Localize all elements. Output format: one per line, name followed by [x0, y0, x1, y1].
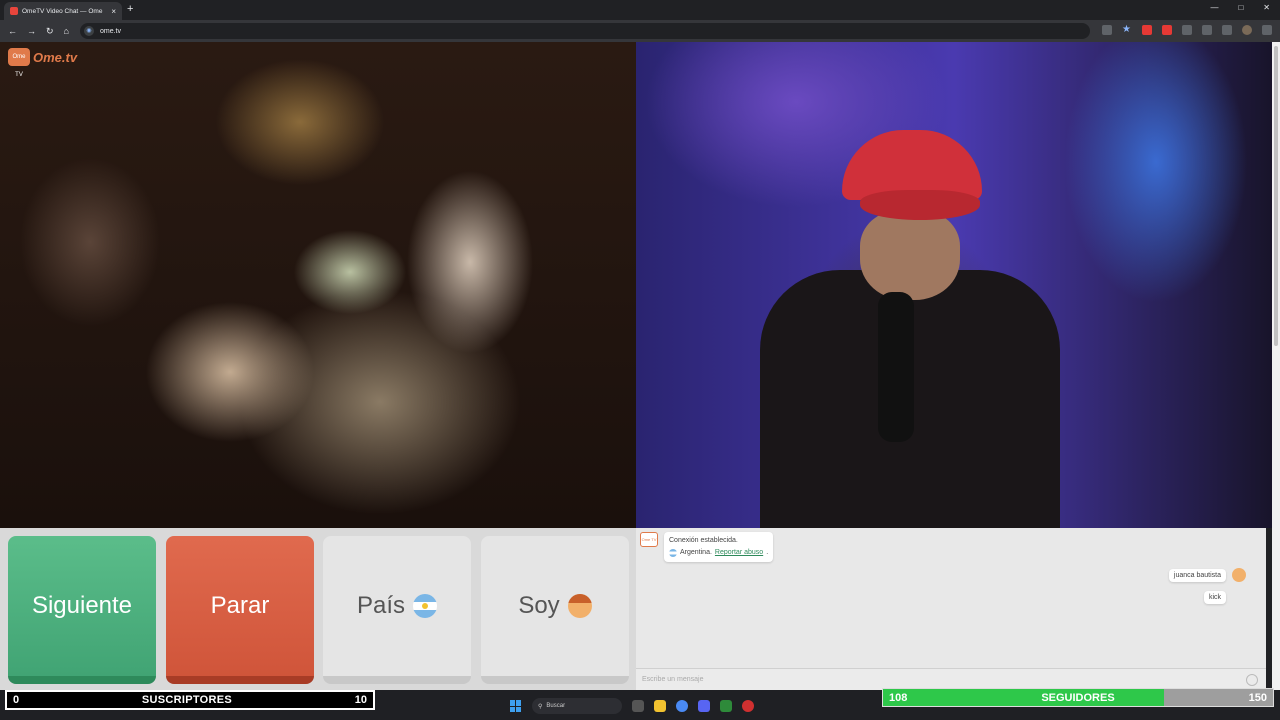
- start-windows-icon[interactable]: [510, 700, 522, 712]
- boy-avatar-icon: [567, 594, 592, 618]
- taskbar-search[interactable]: ⚲ Buscar: [532, 698, 622, 714]
- report-abuse-link[interactable]: Reportar abuso: [715, 547, 763, 559]
- scrollbar-thumb[interactable]: [1274, 46, 1278, 346]
- streamer-face: [860, 210, 960, 300]
- subscribers-label: SUSCRIPTORES: [141, 694, 233, 706]
- bookmark-star-icon[interactable]: ★: [1122, 25, 1132, 35]
- taskbar-apps: ⚲ Buscar: [510, 698, 754, 714]
- country-text: Argentina.: [680, 549, 712, 556]
- argentina-flag-icon: [413, 594, 438, 618]
- url-text[interactable]: ome.tv: [100, 28, 121, 35]
- ometv-logo[interactable]: Ome TV Ome.tv: [8, 48, 78, 78]
- close-tab-icon[interactable]: ×: [111, 7, 116, 16]
- country-button[interactable]: País: [323, 536, 471, 684]
- subscribers-goal-bar: 0 SUSCRIPTORES 10: [5, 690, 375, 710]
- message-bubble: juanca bautista: [1168, 568, 1226, 582]
- system-bubble: Conexión establecida. Argentina. Reporta…: [664, 532, 774, 562]
- tab-ometv[interactable]: OmeTV Video Chat — Ome ×: [4, 2, 122, 20]
- new-tab-button[interactable]: +: [127, 3, 133, 15]
- page-scrollbar[interactable]: [1272, 42, 1280, 720]
- microphone: [878, 292, 914, 442]
- extension-red2-icon[interactable]: [1162, 25, 1172, 35]
- media-icon[interactable]: [1222, 25, 1232, 35]
- tab-title: OmeTV Video Chat — Ome: [22, 7, 103, 15]
- stop-button[interactable]: Parar: [166, 536, 314, 684]
- message-input[interactable]: Escribe un mensaje: [636, 668, 1266, 690]
- stranger-video: [0, 42, 636, 528]
- gender-button[interactable]: Soy: [481, 536, 629, 684]
- search-icon: ⚲: [538, 703, 543, 710]
- search-placeholder: Buscar: [546, 703, 566, 709]
- emoji-icon[interactable]: [1246, 674, 1258, 686]
- profile-avatar-icon[interactable]: [1242, 25, 1252, 35]
- discord-icon[interactable]: [698, 700, 710, 712]
- subscribers-current: 0: [13, 694, 20, 706]
- forward-icon[interactable]: →: [27, 26, 36, 37]
- extensions-puzzle-icon[interactable]: [1182, 25, 1192, 35]
- app-red-icon[interactable]: [742, 700, 754, 712]
- streamer-cap-brim: [860, 190, 980, 220]
- extension-red-icon[interactable]: [1142, 25, 1152, 35]
- reload-icon[interactable]: ↻: [46, 26, 54, 37]
- connection-text: Conexión establecida.: [669, 537, 738, 544]
- minimize-icon[interactable]: —: [1210, 3, 1218, 12]
- window-controls: — □ ✕: [1210, 3, 1270, 12]
- followers-goal-bar: 108 SEGUIDORES 150: [882, 688, 1274, 707]
- nav-buttons: ← → ↻ ⌂: [0, 26, 69, 37]
- browser-window: OmeTV Video Chat — Ome × + — □ ✕ ← → ↻ ⌂…: [0, 0, 1280, 720]
- site-info-icon[interactable]: ◉: [84, 26, 94, 36]
- ometv-chat-icon: Ome TV: [640, 532, 658, 547]
- sidebar-icon[interactable]: [1202, 25, 1212, 35]
- tab-strip: OmeTV Video Chat — Ome × + — □ ✕: [0, 0, 1280, 20]
- next-label: Siguiente: [31, 592, 133, 619]
- argentina-flag-small-icon: [669, 549, 677, 557]
- message-placeholder: Escribe un mensaje: [642, 676, 704, 683]
- chat-controls: Siguiente Parar País Soy: [0, 528, 636, 690]
- toolbar: ← → ↻ ⌂ ◉ ome.tv ★: [0, 20, 1280, 42]
- extension-icons: ★: [1102, 25, 1272, 35]
- ometv-favicon-icon: [10, 7, 18, 15]
- stop-label: Parar: [210, 592, 270, 619]
- task-view-icon[interactable]: [632, 700, 644, 712]
- followers-current: 108: [889, 691, 908, 704]
- tv-logo-icon: Ome TV: [8, 48, 30, 78]
- chat-message: kick: [1203, 591, 1226, 604]
- maximize-icon[interactable]: □: [1238, 3, 1243, 12]
- chat-message: juanca bautista: [1168, 568, 1246, 582]
- address-bar[interactable]: ◉ ome.tv: [80, 23, 1090, 39]
- message-bubble: kick: [1203, 591, 1226, 604]
- next-button[interactable]: Siguiente: [8, 536, 156, 684]
- followers-label: SEGUIDORES: [1041, 691, 1115, 704]
- chat-panel: Ome TV Conexión establecida. Argentina. …: [636, 528, 1266, 690]
- video-area: [0, 42, 1272, 528]
- subscribers-goal: 10: [354, 694, 367, 706]
- menu-dots-icon[interactable]: [1262, 25, 1272, 35]
- close-window-icon[interactable]: ✕: [1263, 3, 1270, 12]
- country-label: País: [356, 592, 406, 619]
- back-icon[interactable]: ←: [8, 26, 17, 37]
- logo-text: Ome.tv: [33, 49, 78, 65]
- gender-label: Soy: [518, 592, 560, 619]
- home-icon[interactable]: ⌂: [64, 26, 69, 37]
- file-explorer-icon[interactable]: [654, 700, 666, 712]
- followers-goal: 150: [1248, 691, 1267, 704]
- cast-icon[interactable]: [1102, 25, 1112, 35]
- system-message: Ome TV Conexión establecida. Argentina. …: [640, 532, 774, 562]
- chrome-icon[interactable]: [676, 700, 688, 712]
- user-avatar-icon: [1232, 568, 1246, 582]
- excel-icon[interactable]: [720, 700, 732, 712]
